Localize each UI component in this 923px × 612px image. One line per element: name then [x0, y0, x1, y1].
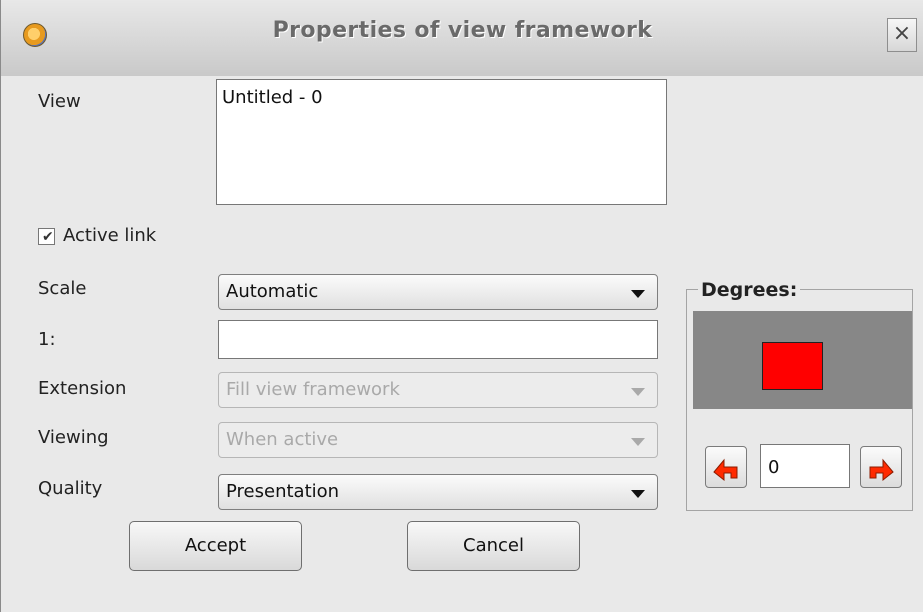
rotate-right-button[interactable]	[860, 446, 902, 488]
extension-select: Fill view framework	[218, 372, 658, 408]
chevron-down-icon	[631, 290, 645, 298]
window-title: Properties of view framework	[272, 18, 653, 43]
scale-ratio-input[interactable]	[218, 320, 658, 359]
scale-selected-value: Automatic	[226, 281, 319, 302]
viewing-select: When active	[218, 422, 658, 458]
title-bar[interactable]: Properties of view framework ×	[1, 0, 923, 76]
viewing-selected-value: When active	[226, 429, 339, 450]
chevron-down-icon	[631, 438, 645, 446]
scale-label: Scale	[38, 278, 87, 299]
view-textarea[interactable]: Untitled - 0	[216, 79, 667, 205]
view-label: View	[38, 91, 81, 112]
cancel-button[interactable]: Cancel	[407, 521, 580, 571]
properties-dialog: Properties of view framework × View Unti…	[0, 0, 923, 612]
quality-select[interactable]: Presentation	[218, 474, 658, 510]
viewing-label: Viewing	[38, 427, 109, 448]
degrees-title: Degrees:	[698, 279, 801, 301]
extension-selected-value: Fill view framework	[226, 379, 400, 400]
active-link-label: Active link	[63, 225, 157, 246]
chevron-down-icon	[631, 388, 645, 396]
quality-label: Quality	[38, 478, 103, 499]
close-button[interactable]: ×	[887, 18, 917, 52]
rotate-left-button[interactable]	[705, 446, 747, 488]
quality-selected-value: Presentation	[226, 481, 340, 502]
active-link-checkbox[interactable]: ✔	[38, 228, 55, 245]
ratio-label: 1:	[38, 329, 56, 350]
check-icon: ✔	[42, 229, 54, 245]
accept-button[interactable]: Accept	[129, 521, 302, 571]
rotate-right-icon	[869, 458, 894, 482]
rotate-left-icon	[713, 458, 738, 482]
degrees-input[interactable]: 0	[760, 444, 850, 488]
preview-square	[762, 342, 823, 390]
extension-label: Extension	[38, 378, 127, 399]
chevron-down-icon	[631, 490, 645, 498]
scale-select[interactable]: Automatic	[218, 274, 658, 310]
